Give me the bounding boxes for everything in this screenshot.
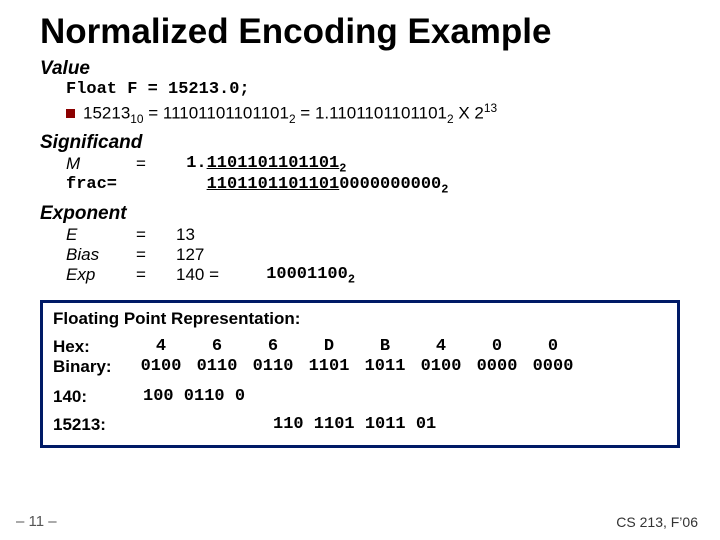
bin-nibble: 0100	[413, 357, 469, 377]
hex-nibble: B	[357, 337, 413, 357]
box-title: Floating Point Representation:	[53, 309, 667, 329]
hex-nibble: 4	[133, 337, 189, 357]
page-number: – 11 –	[16, 513, 57, 530]
bin-nibble: 0110	[189, 357, 245, 377]
row-15213-label: 15213:	[53, 415, 133, 435]
row-140: 140: 100 0110 0	[53, 387, 667, 407]
representation-box: Floating Point Representation: Hex: 4 6 …	[40, 300, 680, 448]
hex-nibble: 4	[413, 337, 469, 357]
hex-nibble: 6	[245, 337, 301, 357]
exp-binary: 100011002	[256, 265, 355, 286]
hex-nibble: 6	[189, 337, 245, 357]
bin-nibble: 1011	[357, 357, 413, 377]
bias-eq: =	[136, 245, 176, 265]
frac-value: 110110110110100000000002	[176, 175, 448, 196]
row-140-value: 100 0110 0	[143, 387, 245, 407]
bullet-icon	[66, 109, 75, 118]
row-140-label: 140:	[53, 387, 133, 407]
row-15213: 15213: 110 1101 1011 01	[53, 415, 667, 435]
hex-nibble: D	[301, 337, 357, 357]
e-label: E	[66, 225, 136, 245]
significand-frac-row: frac= 110110110110100000000002	[66, 175, 680, 196]
section-value-heading: Value	[40, 58, 680, 80]
exponent-exp-row: Exp = 140 = 100011002	[66, 265, 680, 286]
bin-nibble: 0000	[525, 357, 581, 377]
section-significand-heading: Significand	[40, 132, 680, 154]
exponent-bias-row: Bias = 127	[66, 245, 680, 265]
value-expansion-line: 1521310 = 111011011011012 = 1.1101101101…	[66, 101, 680, 126]
section-exponent-heading: Exponent	[40, 203, 680, 225]
frac-label: frac=	[66, 175, 136, 196]
hex-nibbles: 4 6 6 D B 4 0 0	[133, 337, 581, 357]
exp-label: Exp	[66, 265, 136, 286]
e-value: 13	[176, 225, 195, 245]
binary-label: Binary:	[53, 357, 133, 377]
binary-nibbles: 0100 0110 0110 1101 1011 0100 0000 0000	[133, 357, 581, 377]
frac-eq	[136, 175, 176, 196]
e-eq: =	[136, 225, 176, 245]
bin-nibble: 1101	[301, 357, 357, 377]
hex-nibble: 0	[469, 337, 525, 357]
m-eq: =	[136, 154, 176, 175]
hex-nibble: 0	[525, 337, 581, 357]
hex-row: Hex: 4 6 6 D B 4 0 0	[53, 337, 667, 357]
bias-label: Bias	[66, 245, 136, 265]
course-footer: CS 213, F’06	[616, 514, 698, 530]
m-label: M	[66, 154, 136, 175]
value-expansion-text: 1521310 = 111011011011012 = 1.1101101101…	[83, 101, 497, 126]
exponent-e-row: E = 13	[66, 225, 680, 245]
slide: Normalized Encoding Example Value Float …	[0, 0, 720, 540]
bin-nibble: 0000	[469, 357, 525, 377]
exp-eq: =	[136, 265, 176, 286]
float-declaration: Float F = 15213.0;	[66, 80, 680, 99]
m-value: 1.11011011011012	[176, 154, 346, 175]
bias-value: 127	[176, 245, 204, 265]
row-15213-value: 110 1101 1011 01	[273, 415, 436, 435]
binary-row: Binary: 0100 0110 0110 1101 1011 0100 00…	[53, 357, 667, 377]
hex-label: Hex:	[53, 337, 133, 357]
significand-m-row: M = 1.11011011011012	[66, 154, 680, 175]
bin-nibble: 0100	[133, 357, 189, 377]
exp-value: 140 =	[176, 265, 256, 286]
bin-nibble: 0110	[245, 357, 301, 377]
slide-title: Normalized Encoding Example	[40, 12, 680, 52]
